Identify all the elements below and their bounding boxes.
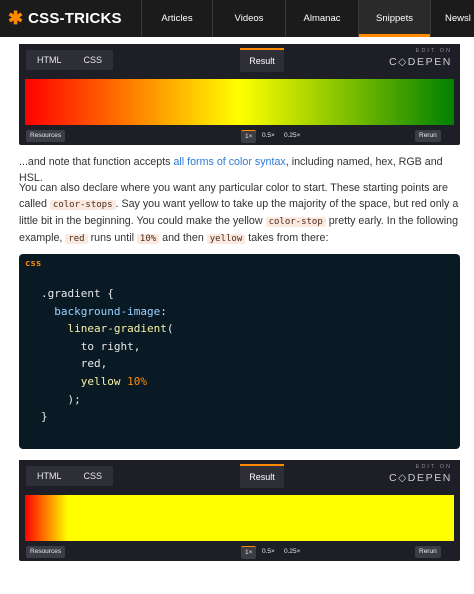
site-logo[interactable]: ✱ CSS-TRICKS — [8, 8, 122, 28]
codepen-tab-group: HTML CSS — [26, 466, 114, 486]
inline-code: color-stops — [49, 200, 116, 210]
inline-code: yellow — [206, 234, 246, 244]
paragraph-color-stops: You can also declare where you want any … — [19, 182, 459, 244]
code-language-label: css — [25, 259, 42, 269]
nav-item-videos[interactable]: Videos — [212, 0, 285, 37]
code-content: .gradient { background-image: linear-gra… — [41, 287, 174, 424]
zoom-05x-button[interactable]: 0.5× — [258, 130, 279, 142]
tab-css[interactable]: CSS — [73, 50, 114, 70]
resources-button[interactable]: Resources — [26, 130, 66, 142]
tab-result[interactable]: Result — [240, 48, 284, 72]
codepen-tab-group: HTML CSS — [26, 50, 114, 70]
nav-item-newsletter[interactable]: Newsl — [430, 0, 474, 37]
zoom-1x-button[interactable]: 1× — [241, 546, 257, 559]
star-icon: ✱ — [8, 8, 24, 28]
logo-text: CSS-TRICKS — [28, 9, 122, 27]
rerun-button[interactable]: Rerun — [415, 546, 441, 558]
codepen-embed-1: HTML CSS Result EDIT ON C◇DEPEN Resource… — [19, 44, 460, 145]
resources-button[interactable]: Resources — [26, 546, 66, 558]
tab-html[interactable]: HTML — [26, 466, 73, 486]
tab-css[interactable]: CSS — [73, 466, 114, 486]
code-block: css .gradient { background-image: linear… — [19, 254, 460, 449]
tab-html[interactable]: HTML — [26, 50, 73, 70]
zoom-025x-button[interactable]: 0.25× — [280, 546, 304, 558]
edit-on-label: EDIT ON — [415, 464, 452, 470]
codepen-logo[interactable]: C◇DEPEN — [389, 56, 452, 69]
nav-item-snippets[interactable]: Snippets — [358, 0, 430, 37]
nav-item-articles[interactable]: Articles — [141, 0, 212, 37]
codepen-bottombar: Resources 1× 0.5× 0.25× Rerun — [19, 544, 460, 561]
inline-code: 10% — [136, 234, 160, 244]
nav-item-almanac[interactable]: Almanac — [285, 0, 358, 37]
codepen-bottombar: Resources 1× 0.5× 0.25× Rerun — [19, 128, 460, 145]
zoom-1x-button[interactable]: 1× — [241, 130, 257, 143]
codepen-tabbar: HTML CSS Result EDIT ON C◇DEPEN — [19, 44, 460, 76]
inline-code: red — [65, 234, 88, 244]
zoom-025x-button[interactable]: 0.25× — [280, 130, 304, 142]
tab-result[interactable]: Result — [240, 464, 284, 488]
codepen-tabbar: HTML CSS Result EDIT ON C◇DEPEN — [19, 460, 460, 492]
top-nav: ✱ CSS-TRICKS Articles Videos Almanac Sni… — [0, 0, 474, 37]
zoom-05x-button[interactable]: 0.5× — [258, 546, 279, 558]
gradient-result — [25, 495, 454, 541]
codepen-logo[interactable]: C◇DEPEN — [389, 472, 452, 485]
edit-on-label: EDIT ON — [415, 48, 452, 54]
gradient-result — [25, 79, 454, 125]
rerun-button[interactable]: Rerun — [415, 130, 441, 142]
color-syntax-link[interactable]: all forms of color syntax — [173, 156, 285, 168]
codepen-embed-2: HTML CSS Result EDIT ON C◇DEPEN Resource… — [19, 460, 460, 561]
inline-code: color-stop — [265, 217, 326, 227]
